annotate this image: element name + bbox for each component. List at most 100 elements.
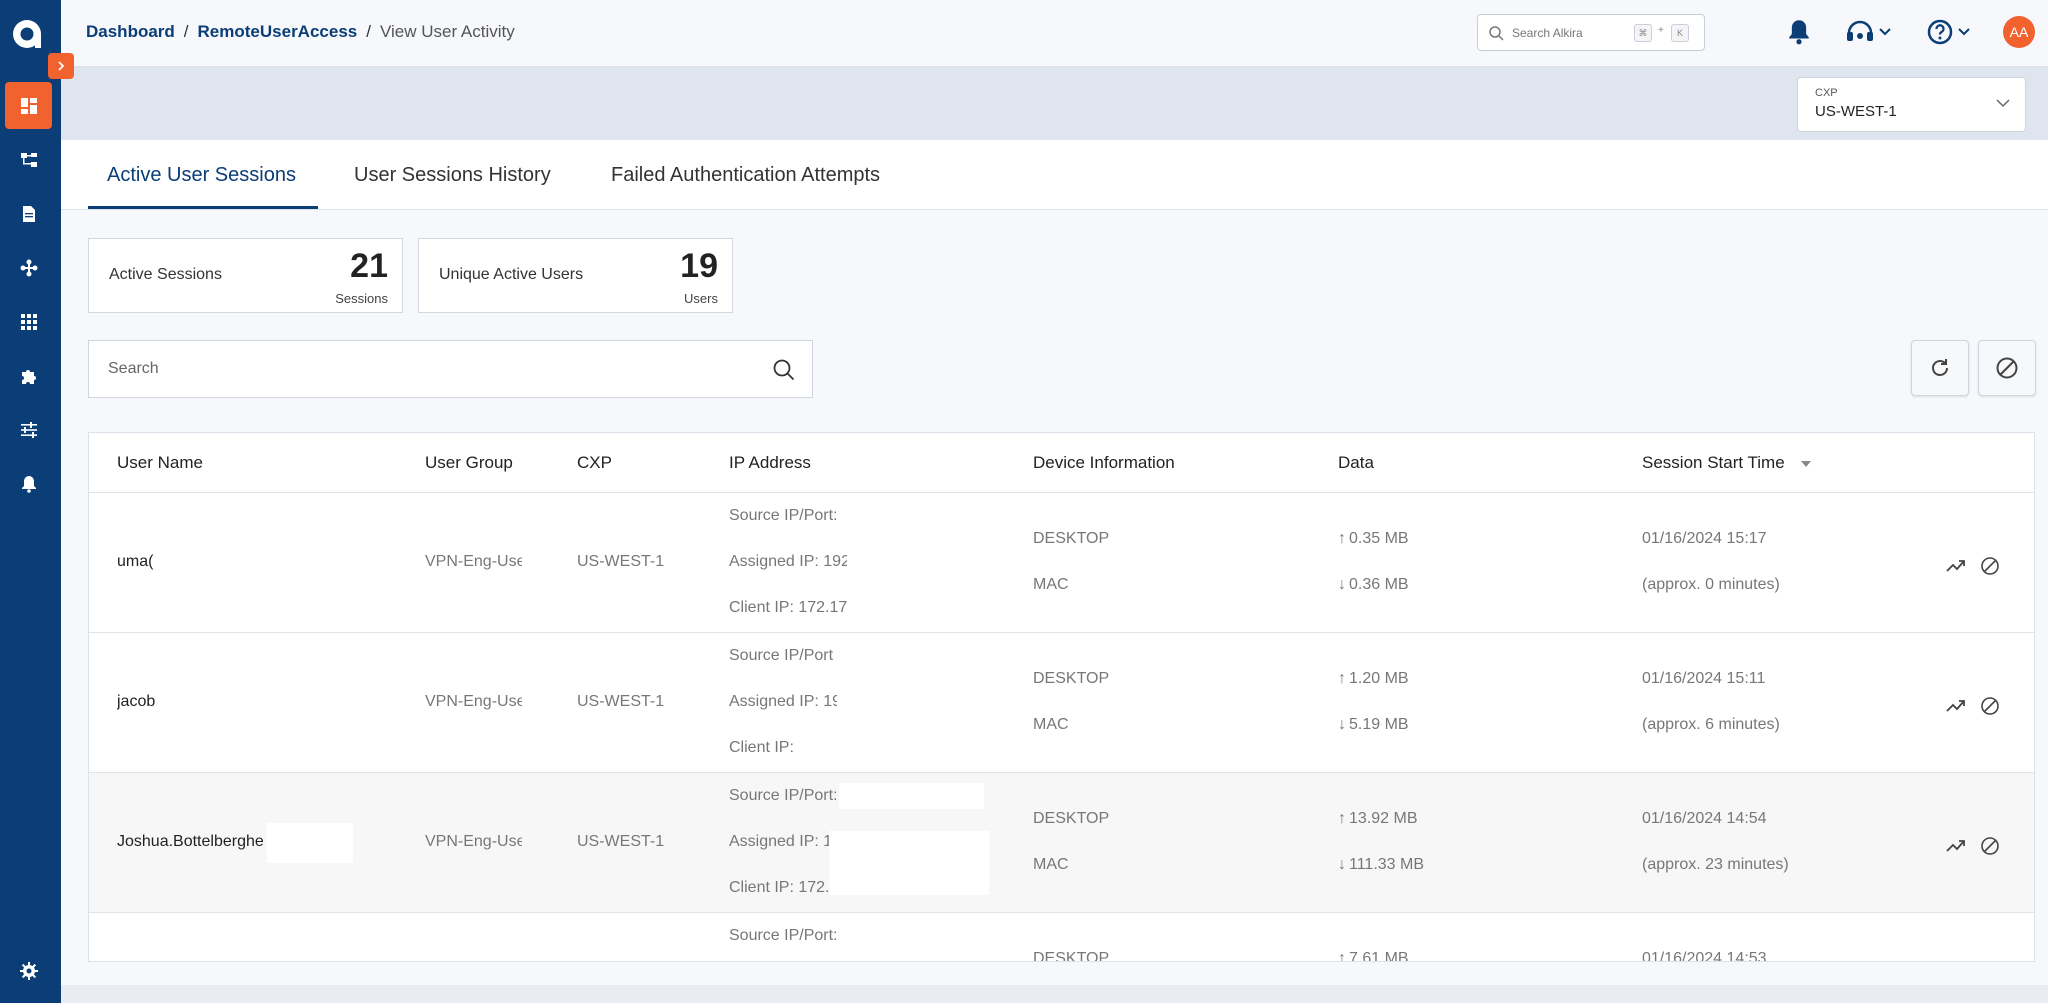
sidebar-item-extensions[interactable] <box>5 352 52 399</box>
sidebar <box>0 0 61 1003</box>
tab-bar: Active User Sessions User Sessions Histo… <box>61 140 2048 210</box>
arrow-down-icon: ↓ <box>1338 856 1346 873</box>
column-header-cxp[interactable]: CXP <box>577 453 612 473</box>
refresh-button[interactable] <box>1911 340 1969 396</box>
table-header: User Name User Group CXP IP Address Devi… <box>89 433 2034 493</box>
trend-chart-icon[interactable] <box>1946 559 1966 573</box>
cell-user-name: jacob <box>117 693 156 710</box>
dashboard-icon <box>20 97 37 114</box>
column-header-device-information[interactable]: Device Information <box>1033 453 1175 473</box>
cell-data-download: 111.33 MB <box>1349 856 1425 873</box>
refresh-icon <box>1932 359 1948 376</box>
active-sessions-card: Active Sessions 21 Sessions <box>88 238 403 313</box>
tab-failed-authentication-attempts[interactable]: Failed Authentication Attempts <box>611 164 880 187</box>
chevron-down-icon <box>1879 28 1891 36</box>
search-icon[interactable] <box>772 358 796 382</box>
active-sessions-unit: Sessions <box>335 291 388 306</box>
breadcrumb-remote-user-access[interactable]: RemoteUserAccess <box>198 22 358 42</box>
trend-chart-icon[interactable] <box>1946 839 1966 853</box>
cell-source-ip: Source IP/Port <box>729 647 834 664</box>
cell-data-upload: 1.20 MB <box>1349 670 1409 687</box>
cxp-select-label: CXP <box>1815 87 1838 99</box>
active-tab-indicator <box>88 206 318 209</box>
column-header-user-group[interactable]: User Group <box>425 453 513 473</box>
cell-data-download: 5.19 MB <box>1349 716 1409 733</box>
sidebar-item-settings-sliders[interactable] <box>5 406 52 453</box>
cell-device-type: DESKTOP <box>1033 670 1110 687</box>
arrow-down-icon: ↓ <box>1338 576 1346 593</box>
cell-data-download: 0.36 MB <box>1349 576 1409 593</box>
header-band <box>61 67 2048 140</box>
top-bar: Dashboard / RemoteUserAccess / View User… <box>61 0 2048 67</box>
search-icon <box>1489 25 1504 41</box>
trend-chart-icon[interactable] <box>1946 699 1966 713</box>
terminate-all-button[interactable] <box>1978 340 2036 396</box>
cell-data-upload: 13.92 MB <box>1349 810 1418 827</box>
cell-cxp: US-WEST-1 <box>577 693 665 710</box>
network-icon <box>20 259 37 276</box>
cell-data-upload: 7.61 MB <box>1349 950 1409 962</box>
global-search-input[interactable]: Search Alkira ⌘ + K <box>1477 14 1705 51</box>
chevron-down-icon <box>1996 99 2010 108</box>
bell-icon <box>1789 20 1809 45</box>
cell-assigned-ip: Assigned IP: 1 <box>729 833 833 850</box>
column-header-data[interactable]: Data <box>1338 453 1374 473</box>
headset-icon <box>1847 20 1873 41</box>
sidebar-item-topology[interactable] <box>5 136 52 183</box>
sliders-icon <box>20 421 37 438</box>
cell-device-type: DESKTOP <box>1033 530 1110 547</box>
notifications-button[interactable] <box>1787 17 1811 47</box>
sidebar-item-settings[interactable] <box>5 947 52 994</box>
cell-duration: (approx. 6 minutes) <box>1642 716 1780 733</box>
column-header-session-start-time[interactable]: Session Start Time <box>1642 453 1785 473</box>
unique-users-value: 19 <box>680 247 718 285</box>
cxp-select[interactable]: CXP US-WEST-1 <box>1797 77 2026 132</box>
terminate-session-icon[interactable] <box>1980 556 2000 576</box>
block-icon <box>1996 357 2018 379</box>
sidebar-item-apps[interactable] <box>5 298 52 345</box>
shortcut-key-cmd: ⌘ <box>1634 24 1652 42</box>
sidebar-item-dashboard[interactable] <box>5 82 52 129</box>
terminate-session-icon[interactable] <box>1980 836 2000 856</box>
help-menu-button[interactable] <box>1927 17 1971 47</box>
table-row[interactable]: uma( VPN-Eng-User US-WEST-1 Source IP/Po… <box>89 493 2034 633</box>
breadcrumb-separator: / <box>183 22 189 41</box>
user-avatar[interactable]: AA <box>2003 16 2035 48</box>
cell-duration: (approx. 0 minutes) <box>1642 576 1780 593</box>
sessions-table: User Name User Group CXP IP Address Devi… <box>88 432 2035 962</box>
support-menu-button[interactable] <box>1846 17 1892 47</box>
sidebar-item-network[interactable] <box>5 244 52 291</box>
shortcut-plus: + <box>1658 25 1664 36</box>
grid-icon <box>20 313 37 330</box>
cell-start-time: 01/16/2024 15:17 <box>1642 530 1767 547</box>
sort-descending-icon[interactable] <box>1800 460 1812 468</box>
cxp-select-value: US-WEST-1 <box>1815 103 1897 120</box>
breadcrumb: Dashboard / RemoteUserAccess / View User… <box>86 22 515 42</box>
cell-data-upload: 0.35 MB <box>1349 530 1409 547</box>
cell-client-ip: Client IP: 172. <box>729 879 830 896</box>
breadcrumb-dashboard[interactable]: Dashboard <box>86 22 175 42</box>
cell-cxp: US-WEST-1 <box>577 833 665 850</box>
table-row[interactable]: Source IP/Port: DESKTOP ↑ 7.61 MB 01/16/2… <box>89 913 2034 962</box>
sidebar-expand-button[interactable] <box>48 53 74 79</box>
table-row[interactable]: Joshua.Bottelberghe VPN-Eng-User US-WEST… <box>89 773 2034 913</box>
cell-device-type: DESKTOP <box>1033 950 1110 962</box>
page-footer-band <box>61 985 2048 1003</box>
tab-user-sessions-history[interactable]: User Sessions History <box>354 164 551 187</box>
terminate-session-icon[interactable] <box>1980 696 2000 716</box>
gear-icon <box>19 961 38 980</box>
sidebar-item-alerts[interactable] <box>5 460 52 507</box>
sidebar-item-documents[interactable] <box>5 190 52 237</box>
puzzle-icon <box>21 369 36 384</box>
search-input[interactable] <box>90 342 740 396</box>
column-header-ip-address[interactable]: IP Address <box>729 453 811 473</box>
active-sessions-label: Active Sessions <box>109 266 222 283</box>
tab-active-user-sessions[interactable]: Active User Sessions <box>107 164 296 187</box>
arrow-up-icon: ↑ <box>1338 950 1346 962</box>
cell-device-os: MAC <box>1033 856 1069 873</box>
column-header-user-name[interactable]: User Name <box>117 453 203 473</box>
table-row[interactable]: jacob VPN-Eng-User US-WEST-1 Source IP/P… <box>89 633 2034 773</box>
alkira-logo[interactable] <box>9 14 49 54</box>
breadcrumb-separator: / <box>366 22 371 41</box>
cell-start-time: 01/16/2024 14:54 <box>1642 810 1767 827</box>
